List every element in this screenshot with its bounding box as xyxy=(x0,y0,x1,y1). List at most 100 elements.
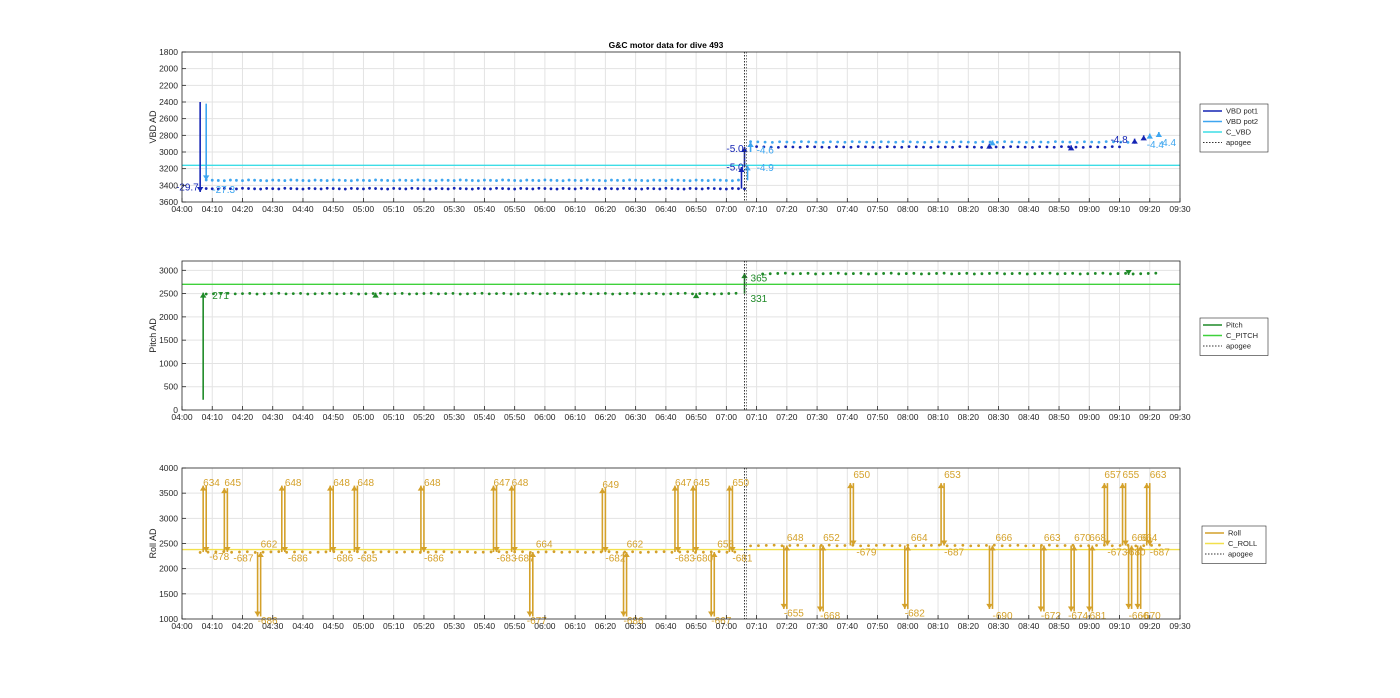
data-point xyxy=(299,291,302,295)
legend-label: Pitch xyxy=(1226,321,1243,330)
data-point xyxy=(404,178,408,182)
data-point xyxy=(1146,272,1150,275)
data-point xyxy=(646,179,650,183)
data-point xyxy=(652,187,656,191)
x-tick-label: 04:50 xyxy=(323,621,345,631)
data-point xyxy=(980,145,984,149)
data-point xyxy=(591,187,595,191)
data-point xyxy=(806,271,810,275)
data-point xyxy=(519,187,523,190)
data-point xyxy=(210,178,214,182)
data-point xyxy=(591,178,595,182)
x-tick-label: 09:20 xyxy=(1139,621,1161,631)
data-point xyxy=(603,291,607,295)
data-label: 649 xyxy=(602,480,619,491)
data-point xyxy=(464,178,468,182)
data-point xyxy=(253,187,256,191)
data-label: -27.3 xyxy=(212,185,235,196)
data-label: -29.7 xyxy=(176,182,199,193)
x-tick-label: 07:20 xyxy=(776,204,798,214)
data-label: 648 xyxy=(333,478,350,489)
data-point xyxy=(622,186,625,190)
x-tick-label: 06:20 xyxy=(595,621,617,631)
data-point xyxy=(451,291,455,295)
data-point xyxy=(241,186,244,190)
x-tick-label: 07:10 xyxy=(746,621,768,631)
panel-3: 634 -678 645 -687 662 -686 648 -686 648 -686 648 -6… xyxy=(148,463,1267,631)
data-point xyxy=(1038,145,1042,149)
data-point xyxy=(872,140,876,144)
data-point xyxy=(799,272,802,275)
data-point xyxy=(524,292,527,295)
data-point xyxy=(247,178,250,182)
data-point xyxy=(324,550,328,554)
data-point xyxy=(664,186,668,190)
data-point xyxy=(342,292,346,295)
y-tick-label: 3200 xyxy=(159,164,178,174)
data-point xyxy=(799,140,803,144)
data-label: 657 xyxy=(1104,470,1121,481)
data-point xyxy=(1109,272,1112,276)
data-point xyxy=(291,292,295,295)
data-point xyxy=(277,187,281,191)
x-tick-label: 08:40 xyxy=(1018,412,1040,422)
data-point xyxy=(1032,544,1036,548)
data-point xyxy=(930,140,934,144)
data-point xyxy=(827,145,831,149)
data-point xyxy=(700,187,704,191)
x-tick-label: 05:30 xyxy=(444,204,466,214)
x-tick-label: 04:30 xyxy=(262,412,284,422)
data-point xyxy=(720,292,723,296)
data-point xyxy=(904,272,908,275)
data-point xyxy=(1075,140,1079,144)
y-tick-label: 3000 xyxy=(159,265,178,275)
data-point xyxy=(289,178,293,182)
data-point xyxy=(458,178,462,182)
data-point xyxy=(835,145,838,149)
data-point xyxy=(712,178,716,182)
data-point xyxy=(995,140,999,144)
data-point xyxy=(965,145,969,149)
x-tick-label: 09:30 xyxy=(1169,412,1191,422)
data-point xyxy=(308,551,312,554)
data-label: 648 xyxy=(285,478,302,489)
x-tick-label: 07:10 xyxy=(746,412,768,422)
data-label: -4.6 xyxy=(757,146,775,157)
data-point xyxy=(307,187,311,190)
data-point xyxy=(700,178,704,182)
data-point xyxy=(204,292,208,296)
x-tick-label: 04:40 xyxy=(292,621,314,631)
data-point xyxy=(429,291,433,295)
data-label: -680 xyxy=(1126,548,1146,559)
data-point xyxy=(271,178,275,182)
y-tick-label: 3400 xyxy=(159,180,178,190)
data-label: 650 xyxy=(853,470,870,481)
data-point xyxy=(791,272,795,276)
data-point xyxy=(634,178,638,182)
data-point xyxy=(706,186,710,190)
data-point xyxy=(843,140,847,144)
data-point xyxy=(1154,271,1158,275)
data-point xyxy=(731,179,734,183)
data-point xyxy=(1158,543,1161,547)
data-label: 648 xyxy=(357,478,374,489)
data-point xyxy=(216,179,220,182)
data-label: 650 xyxy=(732,478,749,489)
data-point xyxy=(582,291,586,295)
data-label: -687 xyxy=(233,554,253,565)
data-point xyxy=(380,187,383,191)
x-tick-label: 08:20 xyxy=(958,621,980,631)
x-tick-label: 07:10 xyxy=(746,204,768,214)
x-tick-label: 06:00 xyxy=(534,204,556,214)
data-point xyxy=(464,187,468,191)
data-point xyxy=(804,544,807,548)
data-label: 271 xyxy=(212,291,229,302)
data-point xyxy=(501,187,504,190)
data-point xyxy=(589,292,593,296)
data-point xyxy=(669,292,673,296)
data-point xyxy=(368,179,371,182)
data-point xyxy=(842,145,846,149)
data-point xyxy=(371,292,375,295)
data-point xyxy=(259,187,263,191)
data-point xyxy=(374,187,377,190)
